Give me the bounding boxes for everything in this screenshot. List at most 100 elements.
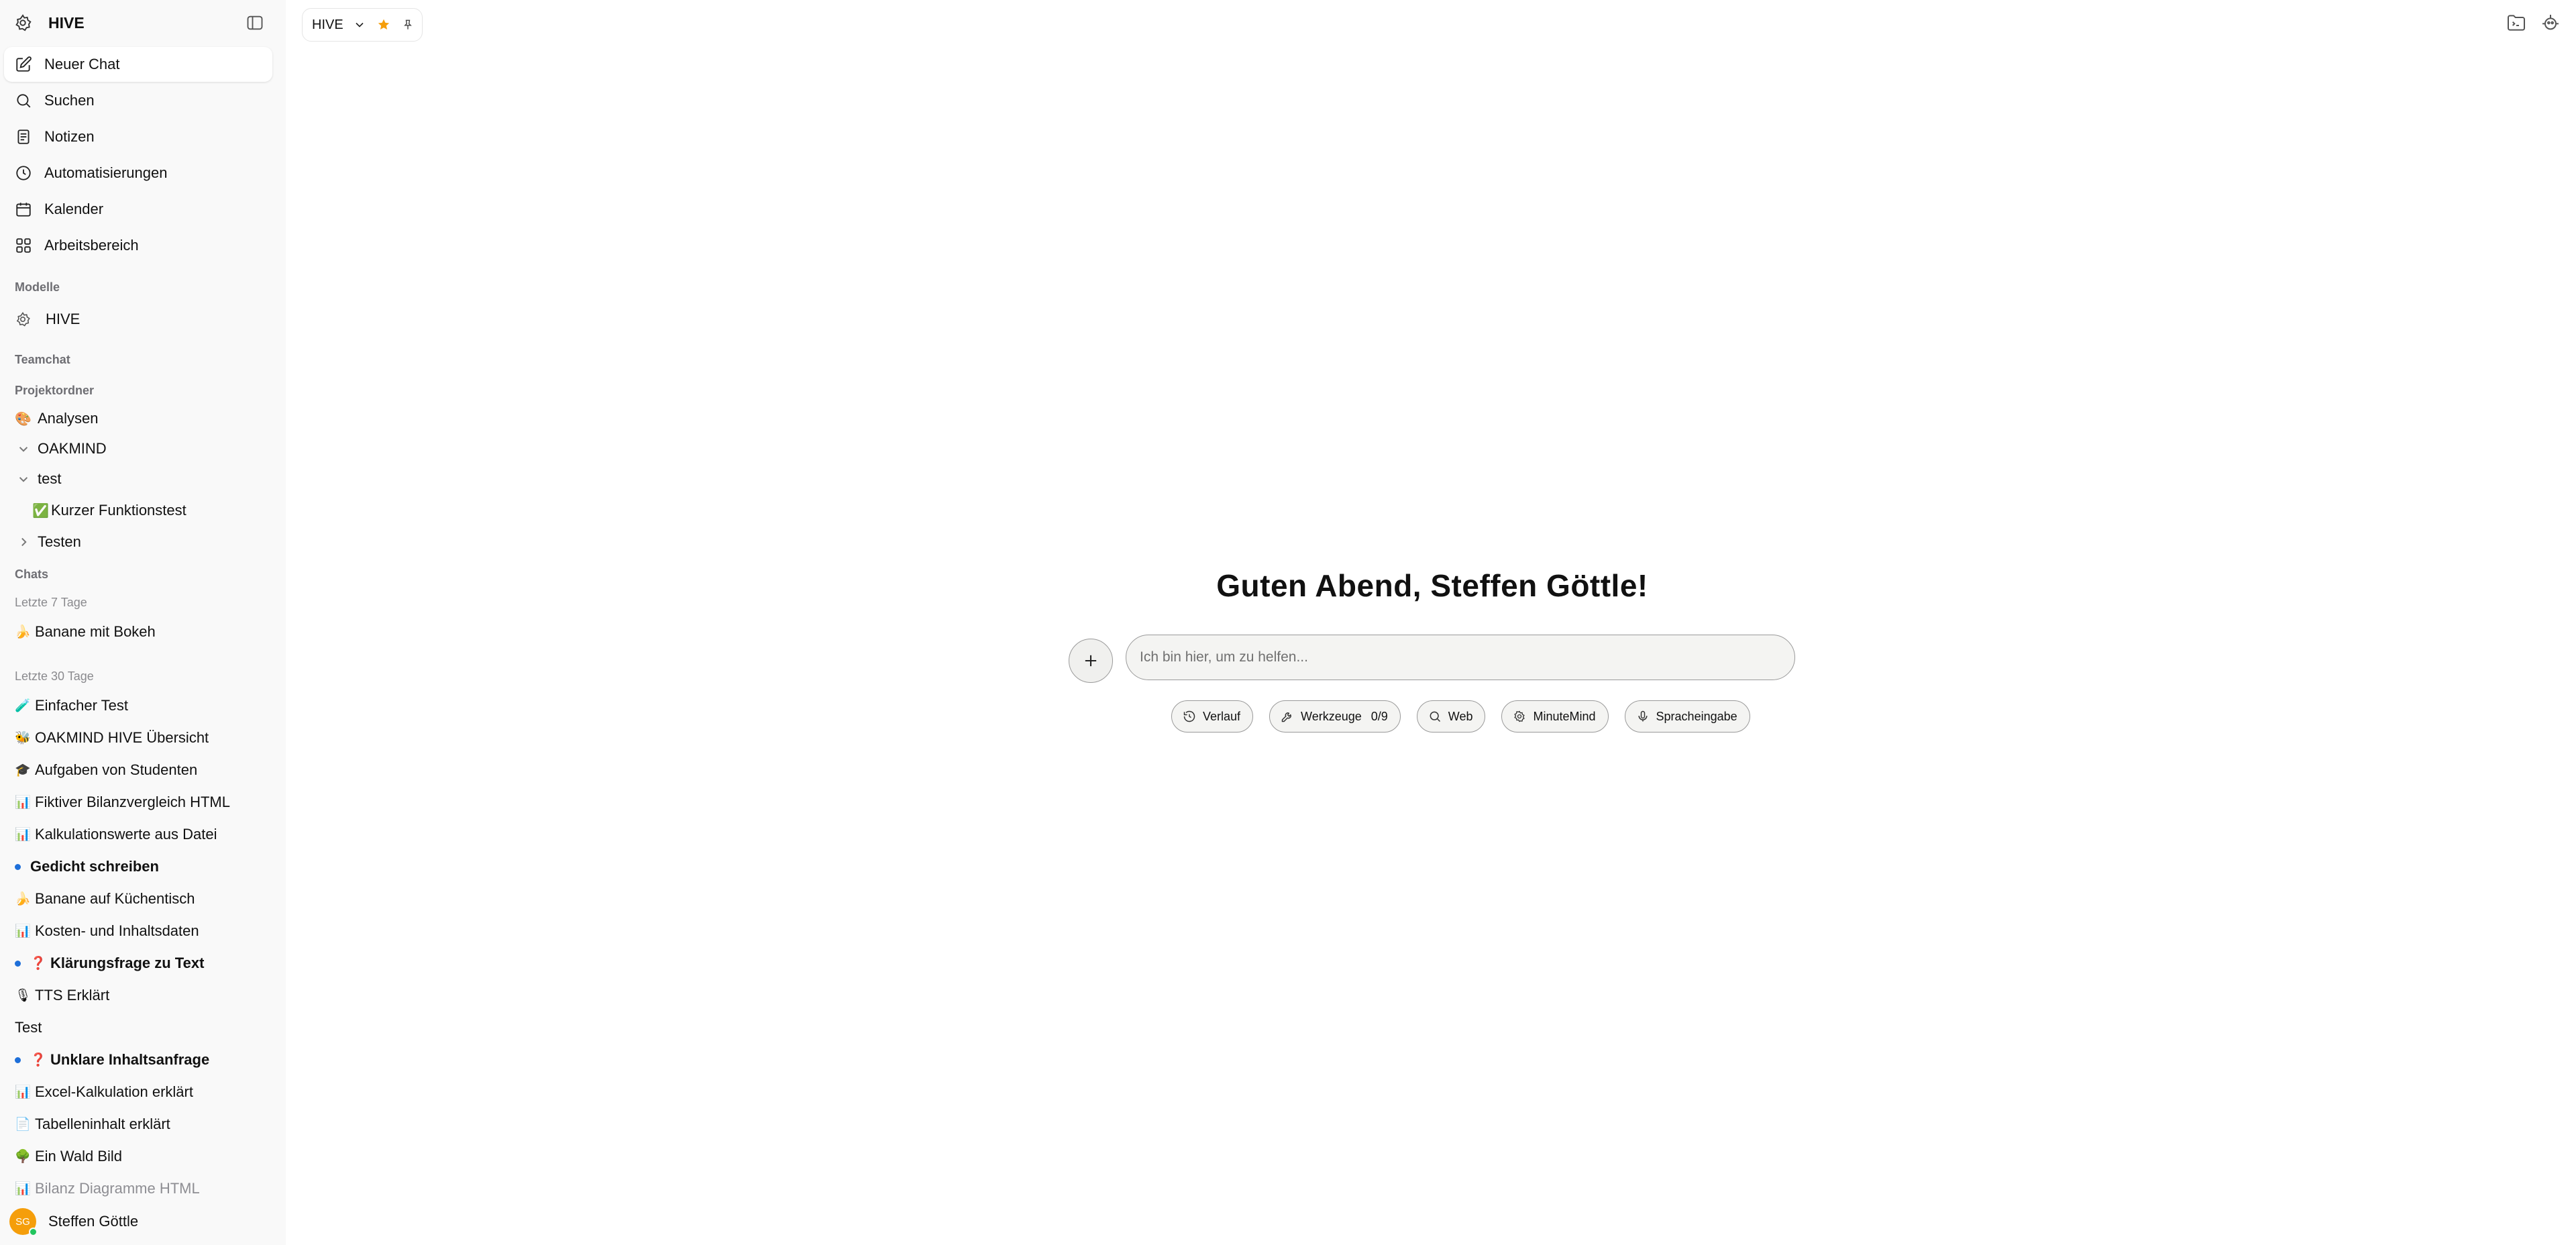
minutemind-chip[interactable]: MinuteMind bbox=[1501, 700, 1609, 733]
chat-label: Unklare Inhaltsanfrage bbox=[50, 1051, 210, 1068]
section-teamchat[interactable]: Teamchat bbox=[15, 353, 70, 367]
model-item-hive[interactable]: HIVE bbox=[15, 307, 80, 331]
chat-item[interactable]: 🍌 Banane mit Bokeh bbox=[15, 620, 156, 644]
minutemind-icon bbox=[1514, 710, 1525, 722]
nav-label: Neuer Chat bbox=[44, 56, 120, 72]
palette-icon: 🎨 bbox=[15, 411, 32, 427]
unread-dot bbox=[15, 1057, 21, 1063]
section-models: Modelle bbox=[15, 280, 60, 294]
chat-label: Banane mit Bokeh bbox=[35, 623, 156, 640]
greeting-title: Guten Abend, Steffen Göttle! bbox=[1216, 568, 1648, 603]
chevron-right-icon bbox=[21, 537, 27, 547]
bar-chart-icon: 📊 bbox=[15, 1182, 31, 1196]
chat-item[interactable]: 📊 Excel-Kalkulation erklärt bbox=[15, 1080, 193, 1104]
chat-item[interactable]: Gedicht schreiben bbox=[15, 855, 159, 879]
user-menu[interactable]: SG Steffen Göttle bbox=[0, 1198, 286, 1245]
calendar-icon bbox=[16, 203, 31, 217]
chat-label: Tabelleninhalt erklärt bbox=[35, 1116, 170, 1132]
chat-label: Test bbox=[15, 1019, 42, 1036]
chat-label: Ein Wald Bild bbox=[35, 1148, 123, 1165]
chat-item[interactable]: 🐝 OAKMIND HIVE Übersicht bbox=[15, 726, 209, 750]
hive-model-icon bbox=[16, 312, 30, 327]
chat-item[interactable]: 🎙 TTS Erklärt bbox=[15, 983, 109, 1008]
search-icon bbox=[17, 94, 31, 108]
model-selector[interactable]: HIVE bbox=[302, 8, 423, 42]
wrench-icon bbox=[1281, 712, 1291, 722]
chat-item[interactable]: 📊 Kosten- und Inhaltsdaten bbox=[15, 919, 199, 943]
chat-item[interactable]: 🍌 Banane auf Küchentisch bbox=[15, 887, 195, 911]
nav-label: Suchen bbox=[44, 92, 95, 109]
document-icon: 📄 bbox=[15, 1118, 31, 1132]
hive-logo-icon[interactable] bbox=[13, 13, 32, 32]
test-tube-icon: 🧪 bbox=[15, 699, 31, 713]
chat-item[interactable]: 📄 Tabelleninhalt erklärt bbox=[15, 1112, 170, 1136]
nav-search[interactable]: Suchen bbox=[4, 83, 272, 118]
nav-workspace[interactable]: Arbeitsbereich bbox=[4, 228, 272, 263]
history-icon bbox=[1183, 710, 1195, 722]
workspace-icon bbox=[16, 238, 31, 253]
avatar: SG bbox=[9, 1208, 38, 1236]
project-oakmind[interactable]: OAKMIND bbox=[15, 437, 107, 461]
sidebar-toggle-icon[interactable] bbox=[246, 13, 264, 32]
chat-label: Klärungsfrage zu Text bbox=[50, 955, 205, 971]
chat-item[interactable]: 🌳 Ein Wald Bild bbox=[15, 1144, 122, 1169]
section-last-30-days: Letzte 30 Tage bbox=[15, 669, 94, 683]
composer-tools: Verlauf Werkzeuge 0/9 Web MinuteMind Spr… bbox=[1171, 700, 1766, 733]
microphone-icon: 🎙 bbox=[15, 989, 32, 1003]
chat-composer bbox=[1126, 635, 1795, 680]
nav-calendar[interactable]: Kalender bbox=[4, 192, 272, 227]
chat-label: Kosten- und Inhaltsdaten bbox=[35, 922, 199, 939]
user-name: Steffen Göttle bbox=[48, 1213, 139, 1230]
sidebar: HIVE Neuer Chat Suchen Notizen Automatis… bbox=[0, 0, 286, 1245]
bar-chart-icon: 📊 bbox=[15, 924, 31, 938]
project-analysen[interactable]: 🎨 Analysen bbox=[15, 407, 99, 431]
project-label: Testen bbox=[38, 533, 81, 550]
bar-chart-icon: 📊 bbox=[15, 796, 31, 810]
chat-label: Fiktiver Bilanzvergleich HTML bbox=[35, 794, 230, 810]
nav-new-chat[interactable]: Neuer Chat bbox=[4, 47, 272, 82]
voice-input-chip[interactable]: Spracheingabe bbox=[1624, 700, 1750, 733]
nav-notes[interactable]: Notizen bbox=[4, 119, 272, 154]
history-chip[interactable]: Verlauf bbox=[1171, 700, 1254, 733]
chat-item[interactable]: 📊 Kalkulationswerte aus Datei bbox=[15, 822, 217, 847]
project-testen[interactable]: Testen bbox=[15, 530, 81, 554]
chat-label: Bilanz Diagramme HTML bbox=[35, 1180, 200, 1197]
chat-label: Aufgaben von Studenten bbox=[35, 761, 198, 778]
bee-icon: 🐝 bbox=[15, 731, 31, 745]
microphone-icon bbox=[1638, 710, 1648, 722]
unread-dot bbox=[15, 863, 21, 870]
pin-icon[interactable] bbox=[401, 18, 415, 32]
project-test[interactable]: test bbox=[15, 467, 61, 491]
search-icon bbox=[1430, 711, 1440, 722]
terminal-folder-icon[interactable] bbox=[2506, 12, 2527, 34]
project-chat-kurzer-funktionstest[interactable]: ✅ Kurzer Funktionstest bbox=[32, 498, 186, 523]
chat-item[interactable]: Test bbox=[15, 1016, 42, 1040]
chat-item[interactable]: 🎓 Aufgaben von Studenten bbox=[15, 758, 197, 782]
web-chip[interactable]: Web bbox=[1416, 700, 1486, 733]
chat-label: TTS Erklärt bbox=[35, 987, 110, 1004]
model-label: HIVE bbox=[46, 311, 80, 327]
chip-label: MinuteMind bbox=[1533, 709, 1596, 723]
chevron-down-icon bbox=[19, 477, 28, 482]
section-chats: Chats bbox=[15, 567, 49, 581]
chat-item[interactable]: 🧪 Einfacher Test bbox=[15, 694, 128, 718]
star-icon[interactable] bbox=[377, 18, 390, 32]
chat-item[interactable]: 📊 Fiktiver Bilanzvergleich HTML bbox=[15, 790, 230, 814]
add-attachment-button[interactable] bbox=[1069, 639, 1113, 683]
chat-item[interactable]: ❓ Unklare Inhaltsanfrage bbox=[15, 1048, 209, 1072]
message-input[interactable] bbox=[1126, 635, 1794, 680]
project-label: Analysen bbox=[38, 410, 99, 427]
new-chat-icon bbox=[16, 56, 32, 72]
chip-label: Verlauf bbox=[1203, 709, 1241, 723]
project-label: OAKMIND bbox=[38, 440, 107, 457]
robot-icon[interactable] bbox=[2540, 12, 2561, 34]
question-icon: ❓ bbox=[30, 957, 46, 971]
chat-item[interactable]: 📊 Bilanz Diagramme HTML bbox=[15, 1177, 200, 1201]
nav-label: Kalender bbox=[44, 201, 104, 217]
nav-automations[interactable]: Automatisierungen bbox=[4, 156, 272, 191]
banana-icon: 🍌 bbox=[15, 892, 31, 906]
tools-chip[interactable]: Werkzeuge 0/9 bbox=[1269, 700, 1401, 733]
chevron-down-icon bbox=[19, 447, 28, 452]
chip-label: Werkzeuge bbox=[1301, 709, 1362, 723]
chat-item[interactable]: ❓ Klärungsfrage zu Text bbox=[15, 951, 204, 975]
